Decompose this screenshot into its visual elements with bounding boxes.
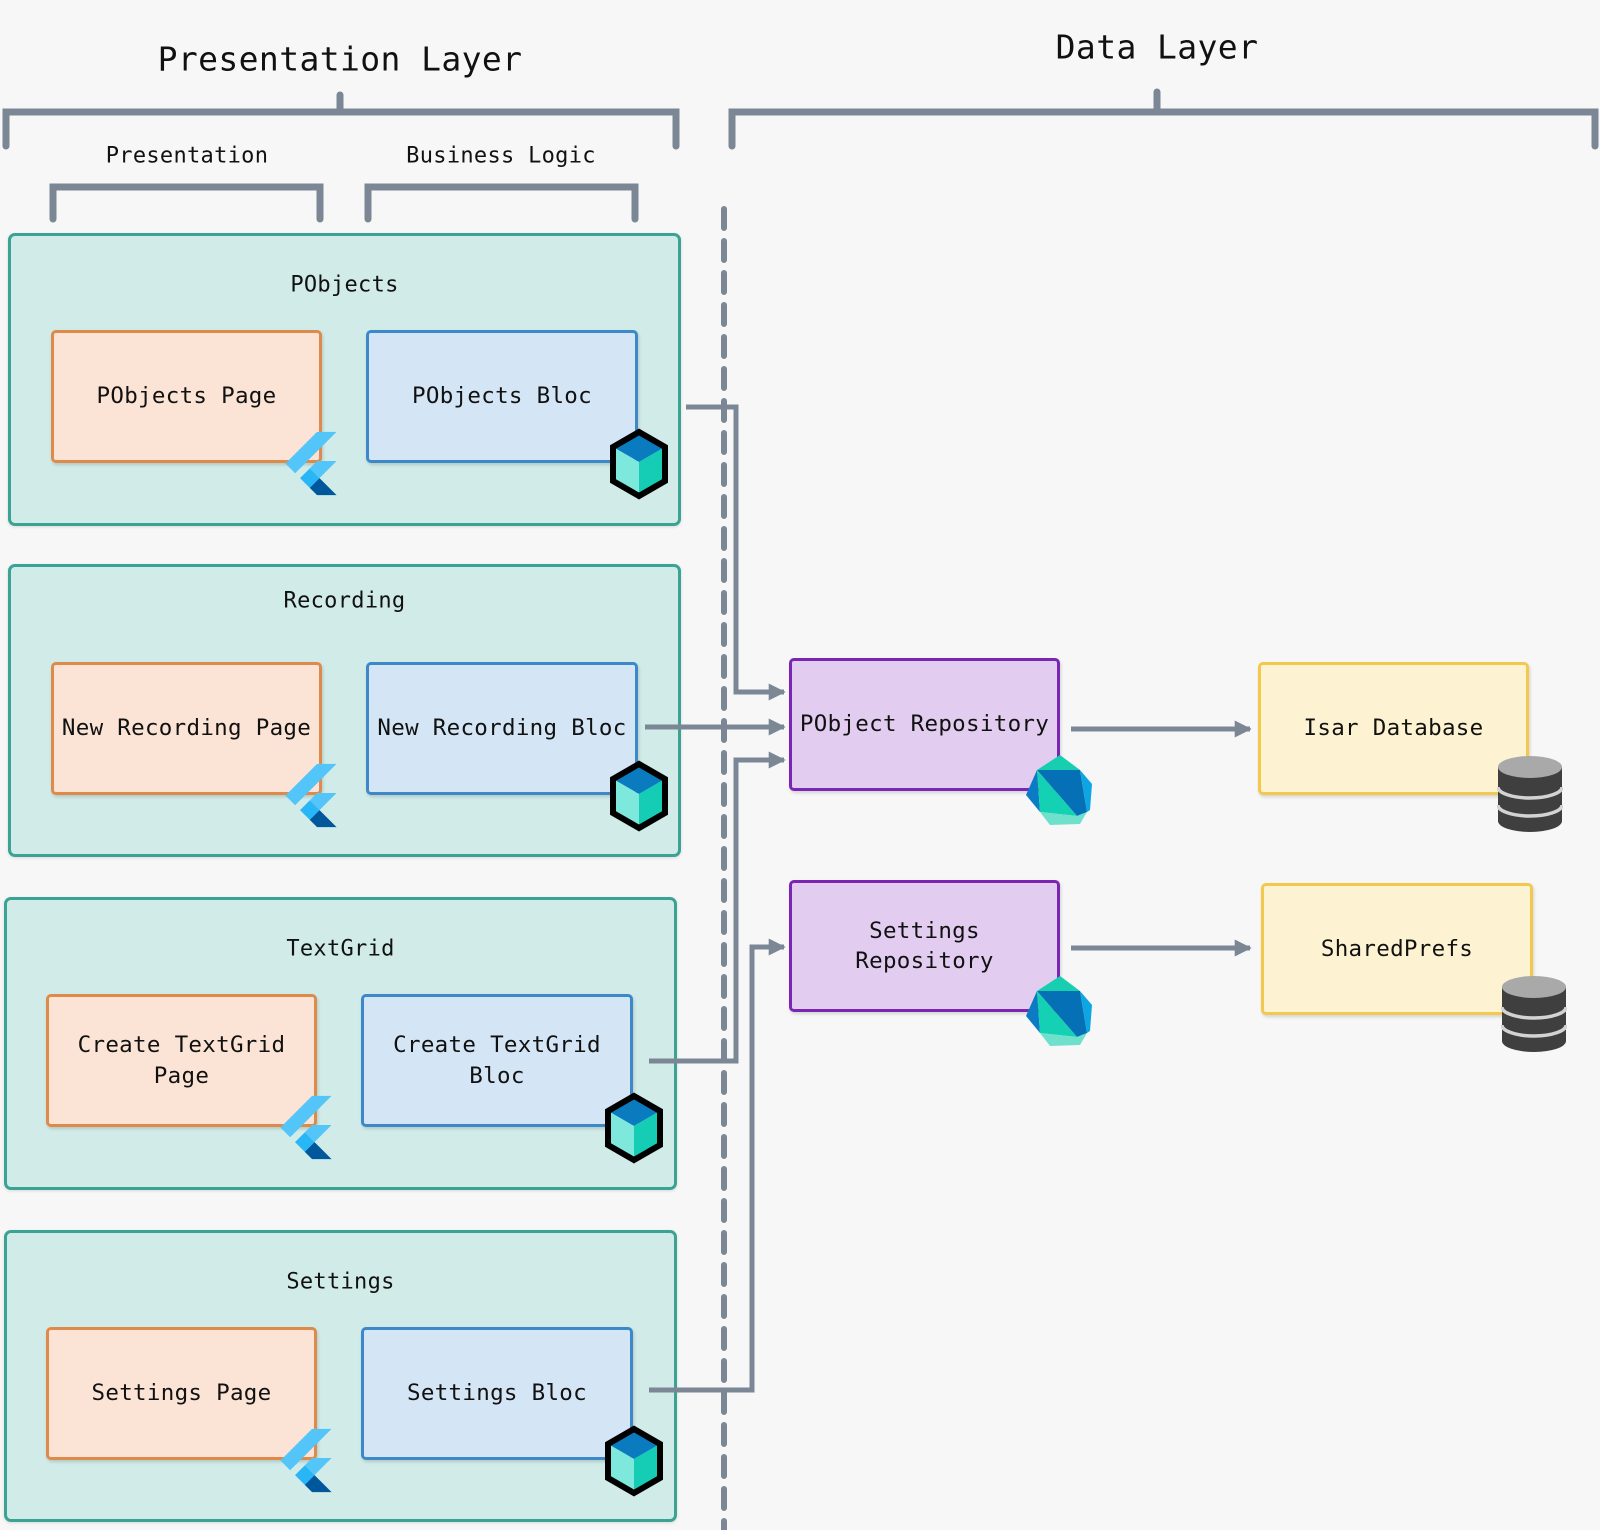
pobject-repository-node[interactable]: PObject Repository xyxy=(789,658,1060,791)
feature-group-title: Settings xyxy=(286,1269,395,1295)
feature-group-title: Recording xyxy=(283,588,406,614)
dart-icon xyxy=(1026,976,1092,1046)
database-icon xyxy=(1497,756,1563,832)
dart-icon xyxy=(1026,755,1092,825)
data-layer-bracket xyxy=(728,88,1599,150)
database-icon xyxy=(1501,976,1567,1052)
presentation-layer-title: Presentation Layer xyxy=(157,39,523,79)
pobjects-bloc-node[interactable]: PObjects Bloc xyxy=(366,330,638,463)
data-layer-title: Data Layer xyxy=(1055,27,1259,67)
settings-bloc-node[interactable]: Settings Bloc xyxy=(361,1327,633,1460)
sharedprefs-node[interactable]: SharedPrefs xyxy=(1261,883,1533,1015)
flutter-icon xyxy=(280,1095,332,1160)
new-recording-bloc-node[interactable]: New Recording Bloc xyxy=(366,662,638,795)
bloc-cube-icon xyxy=(605,1425,663,1497)
bloc-cube-icon xyxy=(610,760,668,832)
presentation-layer-bracket xyxy=(2,91,680,150)
business-logic-column-title: Business Logic xyxy=(406,143,596,169)
business-logic-column-bracket xyxy=(364,183,639,223)
bloc-cube-icon xyxy=(610,428,668,500)
presentation-column-bracket xyxy=(49,183,324,223)
create-textgrid-bloc-node[interactable]: Create TextGrid Bloc xyxy=(361,994,633,1127)
bloc-cube-icon xyxy=(605,1092,663,1164)
isar-database-node[interactable]: Isar Database xyxy=(1258,662,1529,795)
connector-pobjects-bloc-to-pobject-repository xyxy=(686,404,786,701)
presentation-column-title: Presentation xyxy=(105,143,269,169)
flutter-icon xyxy=(280,1428,332,1493)
architecture-diagram: Presentation Layer Data Layer Presentati… xyxy=(0,0,1600,1530)
feature-group-title: TextGrid xyxy=(286,936,395,962)
flutter-icon xyxy=(285,763,337,828)
feature-group-title: PObjects xyxy=(290,272,399,298)
flutter-icon xyxy=(285,431,337,496)
settings-repository-node[interactable]: Settings Repository xyxy=(789,880,1060,1012)
